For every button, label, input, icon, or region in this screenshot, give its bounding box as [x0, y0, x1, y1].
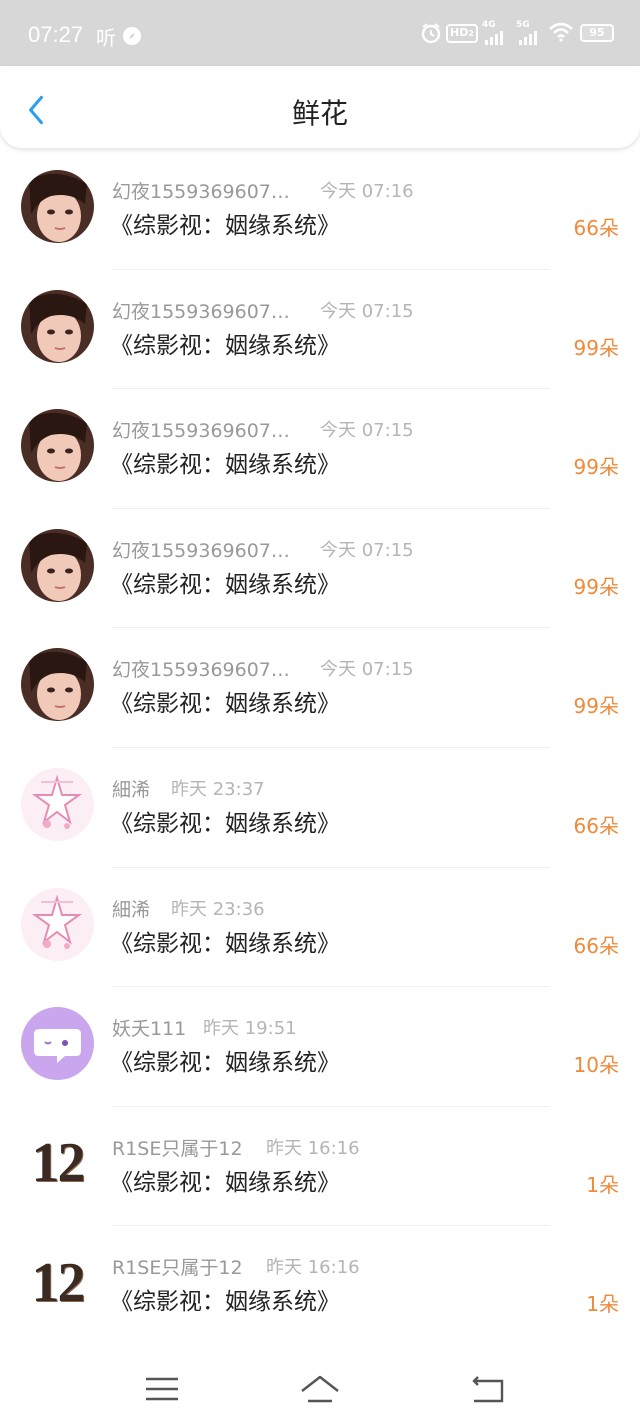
girl-avatar-icon — [21, 648, 94, 722]
sender-name: 細浠 — [112, 898, 151, 921]
flower-amount: 66朵 — [573, 813, 619, 838]
avatar[interactable] — [21, 170, 94, 243]
hd-badge: HD2 — [446, 24, 478, 43]
flower-amount: 66朵 — [573, 933, 619, 958]
sender-name: 幻夜1559369607… — [112, 539, 290, 562]
flower-amount: 99朵 — [573, 574, 619, 599]
hd-sub: 2 — [468, 29, 474, 38]
signal-bars-icon — [485, 31, 503, 45]
flower-amount: 1朵 — [586, 1172, 619, 1197]
list-item[interactable]: 幻夜1559369607… 今天 07:15 《综影视：姻缘系统》 99朵 — [0, 628, 640, 748]
sent-time: 今天 07:15 — [320, 420, 414, 442]
sent-time: 今天 07:15 — [320, 300, 414, 322]
avatar[interactable]: 12 — [21, 1246, 94, 1320]
sent-time: 昨天 16:16 — [266, 1137, 360, 1159]
battery-indicator: 95 — [580, 24, 614, 42]
book-title: 《综影视：姻缘系统》 — [110, 930, 340, 957]
sender-name: 幻夜1559369607… — [112, 300, 290, 323]
sender-name: 幻夜1559369607… — [112, 181, 290, 203]
sender-name: 幻夜1559369607… — [112, 659, 290, 682]
flower-gift-list: 幻夜1559369607… 今天 07:16 《综影视：姻缘系统》 66朵 幻夜… — [0, 150, 640, 1346]
wifi-icon — [549, 22, 573, 42]
avatar[interactable] — [21, 1007, 94, 1081]
avatar[interactable] — [21, 648, 94, 722]
book-title: 《综影视：姻缘系统》 — [110, 691, 340, 718]
book-title: 《综影视：姻缘系统》 — [110, 1289, 340, 1316]
flower-amount: 99朵 — [573, 335, 619, 360]
avatar[interactable] — [21, 289, 94, 363]
sender-name: 妖夭111 — [112, 1018, 187, 1041]
chat-bubble-avatar-icon — [21, 1007, 94, 1081]
sent-time: 昨天 23:37 — [171, 778, 265, 800]
sender-name: R1SE只属于12 — [112, 1257, 243, 1280]
book-title: 《综影视：姻缘系统》 — [110, 810, 340, 837]
book-title: 《综影视：姻缘系统》 — [110, 1169, 340, 1196]
flower-amount: 66朵 — [573, 216, 619, 240]
flower-amount: 99朵 — [573, 455, 619, 480]
status-bar: 07:27 听 HD2 4G 5G 95 — [0, 0, 640, 66]
avatar[interactable] — [21, 767, 94, 841]
status-indicators: HD2 4G 5G 95 — [420, 20, 620, 48]
status-ting-label: 听 — [96, 26, 116, 50]
list-item[interactable]: 幻夜1559369607… 今天 07:15 《综影视：姻缘系统》 99朵 — [0, 270, 640, 390]
sent-time: 今天 07:15 — [320, 659, 414, 681]
list-item[interactable]: 12 R1SE只属于12 昨天 16:16 《综影视：姻缘系统》 1朵 — [0, 1226, 640, 1346]
book-title: 《综影视：姻缘系统》 — [110, 213, 340, 239]
top-navigation-bar: 鲜花 — [0, 66, 640, 148]
star-avatar-icon — [21, 767, 94, 841]
list-item[interactable]: 幻夜1559369607… 今天 07:15 《综影视：姻缘系统》 99朵 — [0, 389, 640, 509]
list-item[interactable]: 12 R1SE只属于12 昨天 16:16 《综影视：姻缘系统》 1朵 — [0, 1107, 640, 1227]
flower-amount: 1朵 — [586, 1292, 619, 1317]
home-icon[interactable] — [298, 1371, 342, 1407]
flower-amount: 99朵 — [573, 694, 619, 719]
sent-time: 昨天 16:16 — [266, 1257, 360, 1279]
list-item[interactable]: 細浠 昨天 23:37 《综影视：姻缘系统》 66朵 — [0, 748, 640, 868]
girl-avatar-icon — [21, 409, 94, 483]
signal-bars-icon — [519, 31, 537, 45]
list-item[interactable]: 幻夜1559369607… 今天 07:16 《综影视：姻缘系统》 66朵 — [0, 150, 640, 270]
twelve-avatar-text: 12 — [31, 1132, 86, 1195]
sent-time: 今天 07:15 — [320, 539, 414, 561]
star-avatar-icon — [21, 887, 94, 961]
compass-icon — [123, 27, 141, 45]
avatar[interactable]: 12 — [21, 1126, 94, 1200]
page-title: 鲜花 — [291, 97, 348, 130]
twelve-avatar-text: 12 — [31, 1251, 86, 1314]
sent-time: 昨天 19:51 — [203, 1018, 297, 1040]
list-item[interactable]: 幻夜1559369607… 今天 07:15 《综影视：姻缘系统》 99朵 — [0, 509, 640, 629]
flower-amount: 10朵 — [573, 1053, 619, 1078]
sent-time: 今天 07:16 — [320, 181, 414, 202]
menu-icon[interactable] — [140, 1371, 184, 1407]
net-5g-label: 5G — [516, 20, 530, 30]
book-title: 《综影视：姻缘系统》 — [110, 1050, 340, 1077]
hd-label: HD — [450, 26, 469, 39]
book-title: 《综影视：姻缘系统》 — [110, 332, 340, 359]
system-navigation-bar — [0, 1343, 640, 1427]
list-item[interactable]: 細浠 昨天 23:36 《综影视：姻缘系统》 66朵 — [0, 868, 640, 988]
avatar[interactable] — [21, 887, 94, 961]
sender-name: R1SE只属于12 — [112, 1137, 243, 1160]
net-4g-label: 4G — [482, 20, 496, 30]
girl-avatar-icon — [21, 289, 94, 363]
sender-name: 細浠 — [112, 778, 151, 801]
sender-name: 幻夜1559369607… — [112, 420, 290, 443]
book-title: 《综影视：姻缘系统》 — [110, 452, 340, 479]
girl-avatar-icon — [21, 170, 94, 243]
alarm-icon — [421, 23, 441, 44]
back-icon[interactable] — [466, 1371, 510, 1407]
sent-time: 昨天 23:36 — [171, 898, 265, 920]
book-title: 《综影视：姻缘系统》 — [110, 571, 340, 598]
avatar[interactable] — [21, 528, 94, 602]
status-time: 07:27 — [28, 22, 84, 47]
list-item[interactable]: 妖夭111 昨天 19:51 《综影视：姻缘系统》 10朵 — [0, 987, 640, 1107]
girl-avatar-icon — [21, 528, 94, 602]
avatar[interactable] — [21, 409, 94, 483]
battery-level: 95 — [589, 26, 605, 39]
